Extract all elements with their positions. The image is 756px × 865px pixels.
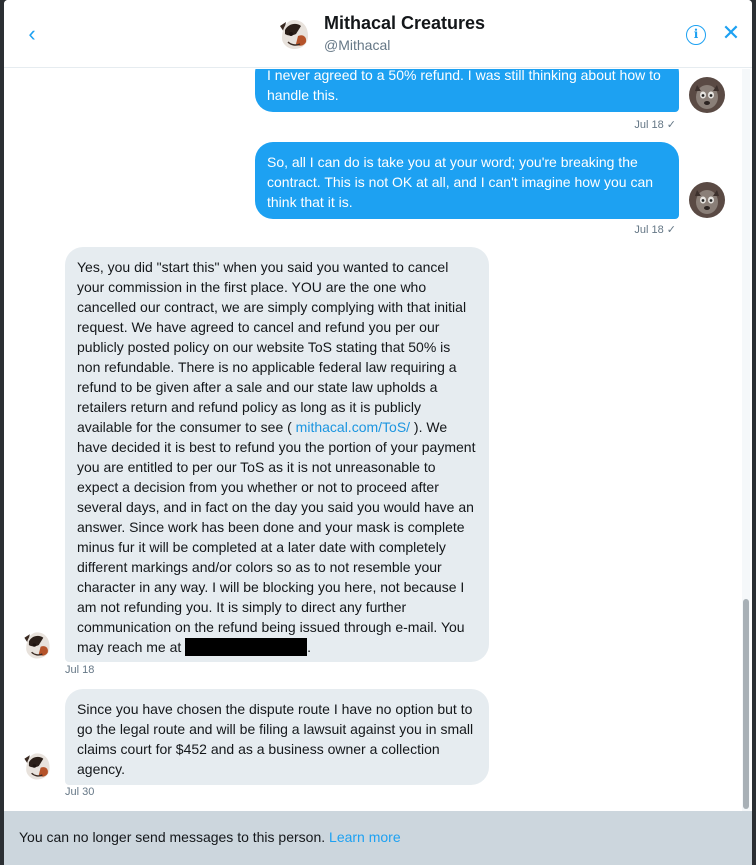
message-timestamp: Jul 18 ✓ xyxy=(634,119,676,131)
avatar[interactable] xyxy=(689,77,725,113)
message-text: I never agreed to a 50% refund. I was st… xyxy=(267,69,661,103)
dm-dialog: ‹ Mithacal Creatures @Mithacal i ✕ I nev… xyxy=(4,0,752,865)
avatar[interactable] xyxy=(19,627,55,663)
redacted-email xyxy=(185,638,308,656)
message-text: Since you have chosen the dispute route … xyxy=(77,701,474,777)
chevron-left-icon[interactable]: ‹ xyxy=(20,22,44,46)
message-bubble-outgoing: So, all I can do is take you at your wor… xyxy=(255,142,679,219)
check-icon: ✓ xyxy=(666,119,676,131)
message-bubble-incoming: Since you have chosen the dispute route … xyxy=(65,689,489,785)
tos-link[interactable]: mithacal.com/ToS/ xyxy=(296,419,410,435)
blocked-notice: You can no longer send messages to this … xyxy=(4,811,752,865)
close-icon[interactable]: ✕ xyxy=(719,21,743,45)
info-icon[interactable]: i xyxy=(686,25,706,45)
conversation-name[interactable]: Mithacal Creatures xyxy=(324,13,485,34)
avatar[interactable] xyxy=(19,748,55,784)
message-timestamp: Jul 30 xyxy=(65,786,95,798)
message-text: Yes, you did "start this" when you said … xyxy=(77,259,467,435)
conversation-header: ‹ Mithacal Creatures @Mithacal i ✕ xyxy=(4,0,752,68)
message-bubble-incoming: Yes, you did "start this" when you said … xyxy=(65,247,489,662)
avatar[interactable] xyxy=(274,14,314,54)
message-text: ). We have decided it is best to refund … xyxy=(77,419,476,655)
message-timestamp: Jul 18 xyxy=(65,664,95,676)
message-timestamp: Jul 18 ✓ xyxy=(634,224,676,236)
message-list: I never agreed to a 50% refund. I was st… xyxy=(4,69,752,811)
avatar[interactable] xyxy=(689,182,725,218)
message-bubble-outgoing: I never agreed to a 50% refund. I was st… xyxy=(255,69,679,112)
scrollbar[interactable] xyxy=(742,69,750,811)
learn-more-link[interactable]: Learn more xyxy=(329,829,401,845)
conversation-handle: @Mithacal xyxy=(324,37,391,53)
check-icon: ✓ xyxy=(666,224,676,236)
blocked-notice-text: You can no longer send messages to this … xyxy=(19,829,326,845)
scrollbar-thumb[interactable] xyxy=(743,599,749,809)
message-text: So, all I can do is take you at your wor… xyxy=(267,154,654,210)
